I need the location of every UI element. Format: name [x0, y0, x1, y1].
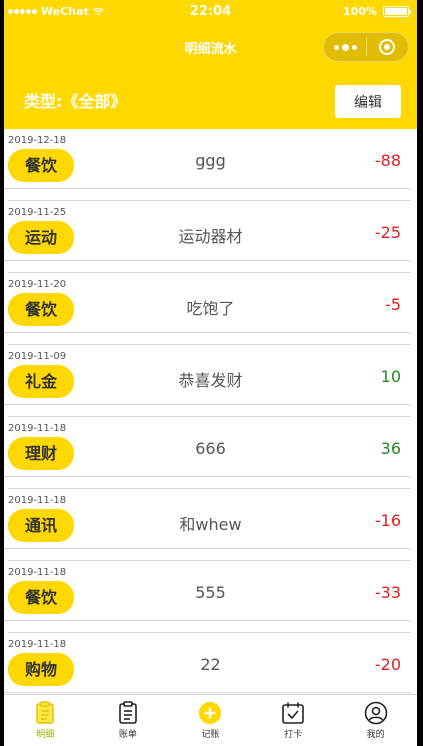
status-bar: WeChat 22:04 100% — [4, 0, 417, 24]
tab-label: 账单 — [118, 730, 137, 740]
record-row[interactable]: 2019-11-18 通讯 和whew -16 — [4, 489, 417, 561]
record-note: 和whew — [179, 515, 242, 534]
record-amount: -16 — [374, 511, 401, 530]
record-note: 吃饱了 — [186, 299, 235, 318]
type-filter[interactable]: 类型:《全部》 — [24, 88, 126, 112]
tab-bills[interactable]: 账单 — [87, 695, 170, 746]
navigation-bar: 明细流水 — [4, 24, 417, 68]
record-note: 555 — [195, 583, 226, 602]
tab-bar: 明细 账单 记账 打卡 我的 — [4, 694, 417, 746]
record-date: 2019-11-18 — [8, 495, 67, 506]
tab-label: 记账 — [201, 730, 220, 740]
record-note: 666 — [195, 439, 226, 458]
record-date: 2019-12-18 — [8, 135, 67, 146]
tab-label: 明细 — [36, 730, 55, 740]
record-row[interactable]: 2019-12-18 餐饮 ggg -88 — [4, 129, 417, 201]
tab-check-in[interactable]: 打卡 — [252, 695, 335, 746]
record-date: 2019-11-25 — [8, 207, 67, 218]
record-date: 2019-11-18 — [8, 423, 67, 434]
battery-icon — [383, 6, 411, 17]
clipboard-icon — [33, 701, 57, 725]
row-divider — [4, 188, 411, 189]
record-date: 2019-11-09 — [8, 351, 67, 362]
calendar-check-icon — [281, 701, 305, 725]
app-root: WeChat 22:04 100% 明细流水 类型:《全部》 编辑 2019-1… — [0, 0, 423, 746]
close-mini-program-button[interactable] — [367, 39, 408, 55]
record-date: 2019-11-18 — [8, 567, 67, 578]
target-icon — [379, 39, 396, 55]
record-note: 22 — [200, 655, 221, 674]
row-divider — [4, 404, 411, 405]
row-divider — [4, 620, 411, 621]
bill-icon — [116, 701, 140, 725]
more-options-button[interactable] — [324, 43, 366, 51]
record-row[interactable]: 2019-11-25 运动 运动器材 -25 — [4, 201, 417, 273]
tab-label: 打卡 — [284, 730, 303, 740]
record-amount: -33 — [374, 583, 401, 602]
tab-label: 我的 — [366, 730, 385, 740]
row-divider — [4, 548, 411, 549]
filter-bar: 类型:《全部》 编辑 — [4, 68, 417, 129]
record-row[interactable]: 2019-11-09 礼金 恭喜发财 10 — [4, 345, 417, 417]
record-row[interactable]: 2019-11-20 餐饮 吃饱了 -5 — [4, 273, 417, 345]
record-amount: -5 — [385, 295, 401, 314]
record-note: ggg — [195, 151, 226, 170]
row-divider — [4, 476, 411, 477]
row-divider — [4, 332, 411, 333]
tab-details[interactable]: 明细 — [4, 695, 87, 746]
record-row[interactable]: 2019-11-18 理财 666 36 — [4, 417, 417, 489]
record-amount: 10 — [380, 367, 401, 386]
record-amount: 36 — [380, 439, 401, 458]
user-icon — [364, 701, 388, 725]
edit-button[interactable]: 编辑 — [335, 85, 401, 118]
status-right: 100% — [343, 5, 411, 18]
mini-program-capsule — [323, 32, 409, 62]
record-row[interactable]: 2019-11-18 餐饮 555 -33 — [4, 561, 417, 633]
row-divider — [4, 260, 411, 261]
add-circle-icon — [198, 701, 222, 725]
row-divider — [4, 692, 411, 693]
record-amount: -88 — [374, 151, 401, 170]
record-note: 运动器材 — [178, 227, 243, 246]
record-date: 2019-11-20 — [8, 279, 67, 290]
record-amount: -25 — [374, 223, 401, 242]
battery-percent: 100% — [343, 5, 377, 18]
tab-add-record[interactable]: 记账 — [169, 695, 252, 746]
record-date: 2019-11-18 — [8, 639, 67, 650]
record-amount: -20 — [374, 655, 401, 674]
tab-profile[interactable]: 我的 — [334, 695, 417, 746]
record-note: 恭喜发财 — [178, 371, 243, 390]
